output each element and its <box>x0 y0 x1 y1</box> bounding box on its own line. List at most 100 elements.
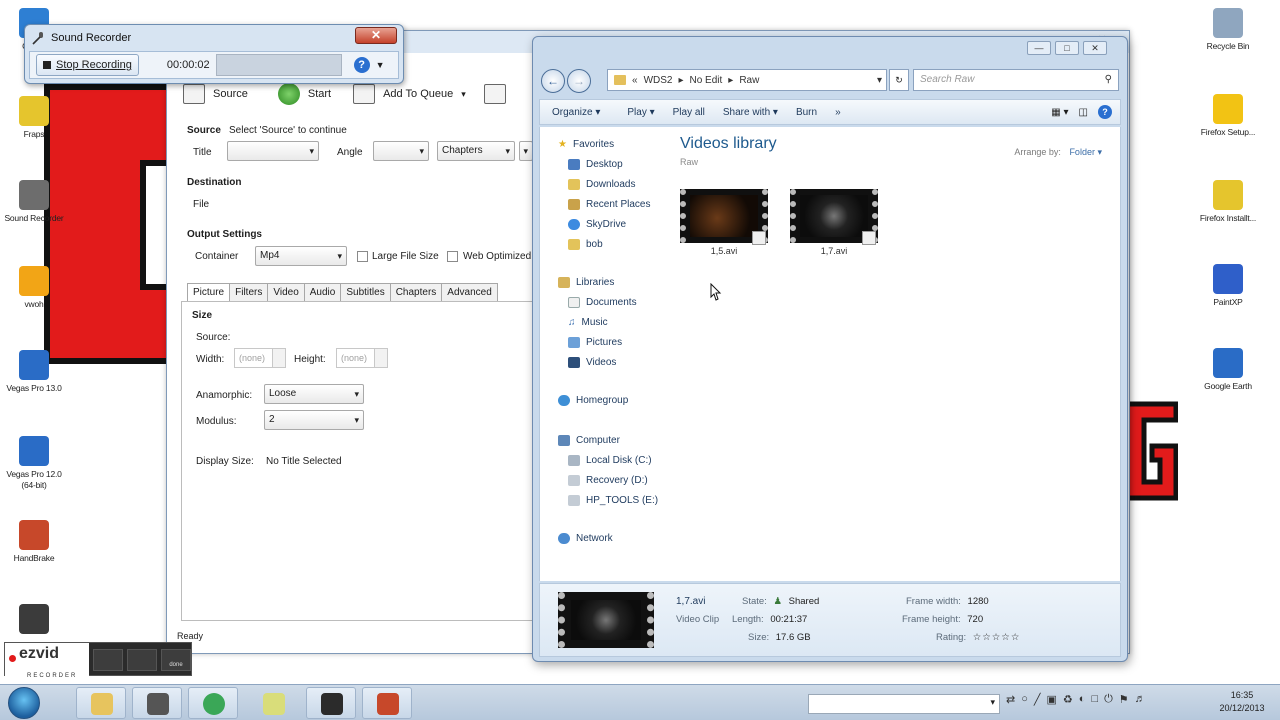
breadcrumb-item[interactable]: Raw <box>739 75 759 86</box>
app-tray-icon[interactable]: ▣ <box>1047 693 1057 706</box>
tab-subtitles[interactable]: Subtitles <box>340 283 391 301</box>
desktop-icon-vegas-12[interactable]: Vegas Pro 12.0 (64-bit) <box>2 436 66 491</box>
desktop-icon-sound-recorder[interactable]: Sound Recorder <box>2 180 66 224</box>
tab-advanced[interactable]: Advanced <box>441 283 498 301</box>
taskbar-app-chrome[interactable] <box>188 687 238 719</box>
ezvid-pause-button[interactable] <box>93 649 123 671</box>
ezvid-done-button[interactable]: done <box>161 649 191 671</box>
change-view-icon[interactable]: ▦ ▾ <box>1051 107 1068 118</box>
close-button[interactable]: ✕ <box>1083 41 1107 55</box>
sidebar-item-recent-places[interactable]: Recent Places <box>568 199 650 210</box>
breadcrumb-item[interactable]: WDS2 <box>644 75 673 86</box>
container-select[interactable]: Mp4 <box>255 246 347 266</box>
chevron-down-icon[interactable]: ▼ <box>376 60 385 70</box>
desktop-icon-fraps[interactable]: Fraps <box>2 96 66 140</box>
sidebar-item-skydrive[interactable]: SkyDrive <box>568 219 626 230</box>
sidebar-item-hp-tools[interactable]: HP_TOOLS (E:) <box>568 495 658 506</box>
sound-recorder-titlebar[interactable]: Sound Recorder <box>31 29 131 47</box>
desktop-icon-vwoh[interactable]: vwoh <box>2 266 66 310</box>
sidebar-item-videos[interactable]: Videos <box>568 357 616 368</box>
flag-icon[interactable]: ⚑ <box>1119 693 1129 706</box>
desktop-icon-google-earth[interactable]: Google Earth <box>1196 348 1260 392</box>
sidebar-item-libraries[interactable]: Libraries <box>558 277 614 288</box>
chapter-end-select[interactable] <box>519 141 533 161</box>
organize-button[interactable]: Organize ▾ <box>540 107 609 118</box>
taskbar-app-game[interactable] <box>306 687 356 719</box>
tray-icon[interactable]: □ <box>1091 693 1098 706</box>
source-icon[interactable] <box>183 84 205 104</box>
show-hidden-icons[interactable]: ○ <box>1021 693 1028 706</box>
go-icon[interactable]: ⇄ <box>1006 693 1015 706</box>
desktop-icon-paintxp[interactable]: PaintXP <box>1196 264 1260 308</box>
desktop-icon-steam[interactable] <box>2 604 66 637</box>
sidebar-item-network[interactable]: Network <box>558 533 613 544</box>
stop-recording-button[interactable]: Stop Recording <box>36 54 139 76</box>
search-input[interactable]: Search Raw ⚲ <box>913 69 1119 91</box>
queue-icon[interactable] <box>483 84 506 104</box>
play-button[interactable]: Play ▾ <box>609 107 663 118</box>
desktop-icon-firefox-setup[interactable]: Firefox Setup... <box>1196 94 1260 138</box>
desktop-icon-firefox-installer[interactable]: Firefox Installt... <box>1196 180 1260 224</box>
sidebar-item-downloads[interactable]: Downloads <box>568 179 635 190</box>
pen-icon[interactable]: ╱ <box>1034 693 1041 706</box>
ezvid-stop-button[interactable] <box>127 649 157 671</box>
anamorphic-select[interactable]: Loose <box>264 384 364 404</box>
network-tray-icon[interactable]: ◐ <box>1079 693 1086 706</box>
file-item[interactable]: 1,7.avi <box>790 189 878 256</box>
sidebar-item-bob[interactable]: bob <box>568 239 603 250</box>
arrange-by-select[interactable]: Folder <box>1069 147 1095 157</box>
sidebar-item-documents[interactable]: Documents <box>568 297 637 308</box>
chevron-down-icon[interactable]: ▾ <box>1097 147 1102 157</box>
sidebar-item-computer[interactable]: Computer <box>558 435 620 446</box>
width-stepper[interactable]: (none) <box>234 348 286 368</box>
share-with-button[interactable]: Share with ▾ <box>714 107 787 118</box>
clock[interactable]: 16:35 20/12/2013 <box>1212 689 1272 715</box>
large-file-checkbox[interactable] <box>357 251 368 262</box>
tab-filters[interactable]: Filters <box>229 283 269 301</box>
angle-select[interactable] <box>373 141 429 161</box>
chapters-select[interactable]: Chapters <box>437 141 515 161</box>
file-item[interactable]: 1,5.avi <box>680 189 768 256</box>
start-icon[interactable] <box>277 83 300 105</box>
play-all-button[interactable]: Play all <box>664 107 714 118</box>
breadcrumb-item[interactable]: No Edit <box>690 75 723 86</box>
start-button[interactable]: Start <box>308 88 331 100</box>
sidebar-item-favorites[interactable]: ★ Favorites <box>558 139 614 150</box>
desktop-icon-vegas-13[interactable]: Vegas Pro 13.0 <box>2 350 66 394</box>
sidebar-item-pictures[interactable]: Pictures <box>568 337 622 348</box>
start-button[interactable] <box>8 687 40 719</box>
rating-stars[interactable]: ☆☆☆☆☆ <box>973 632 1021 643</box>
tab-picture[interactable]: Picture <box>187 283 231 301</box>
maximize-button[interactable]: □ <box>1055 41 1079 55</box>
sidebar-item-local-disk[interactable]: Local Disk (C:) <box>568 455 652 466</box>
sync-tray-icon[interactable]: ♻ <box>1063 693 1073 706</box>
desktop-icon-recycle-bin[interactable]: Recycle Bin <box>1196 8 1260 52</box>
modulus-select[interactable]: 2 <box>264 410 364 430</box>
taskbar-app-handbrake[interactable] <box>362 687 412 719</box>
title-select[interactable] <box>227 141 319 161</box>
preview-pane-icon[interactable]: ◫ <box>1079 107 1088 118</box>
minimize-button[interactable]: — <box>1027 41 1051 55</box>
tab-video[interactable]: Video <box>267 283 305 301</box>
sidebar-item-homegroup[interactable]: Homegroup <box>558 395 628 406</box>
burn-button[interactable]: Burn <box>787 107 826 118</box>
sidebar-item-recovery[interactable]: Recovery (D:) <box>568 475 648 486</box>
chevron-down-icon[interactable]: ▾ <box>877 75 882 86</box>
power-icon[interactable]: ⏻ <box>1104 693 1113 706</box>
taskbar-app-explorer[interactable] <box>76 687 126 719</box>
search-icon[interactable]: ⚲ <box>1105 70 1112 90</box>
address-bar[interactable]: « WDS2 ▸ No Edit ▸ Raw ▾ <box>607 69 887 91</box>
address-toolbar-input[interactable] <box>808 694 1000 714</box>
help-icon[interactable]: ? <box>1098 105 1112 119</box>
close-button[interactable]: ✕ <box>355 27 397 44</box>
help-icon[interactable]: ? <box>353 57 370 73</box>
sidebar-item-desktop[interactable]: Desktop <box>568 159 623 170</box>
add-to-queue-dropdown-icon[interactable]: ▾ <box>461 89 466 100</box>
more-commands-button[interactable]: » <box>826 107 850 118</box>
tab-chapters[interactable]: Chapters <box>389 283 443 301</box>
taskbar-app-sound-recorder[interactable] <box>132 687 182 719</box>
back-button[interactable]: ← <box>541 69 565 93</box>
add-to-queue-button[interactable]: Add To Queue <box>383 88 453 100</box>
tab-audio[interactable]: Audio <box>303 283 342 301</box>
add-to-queue-icon[interactable] <box>353 84 376 104</box>
